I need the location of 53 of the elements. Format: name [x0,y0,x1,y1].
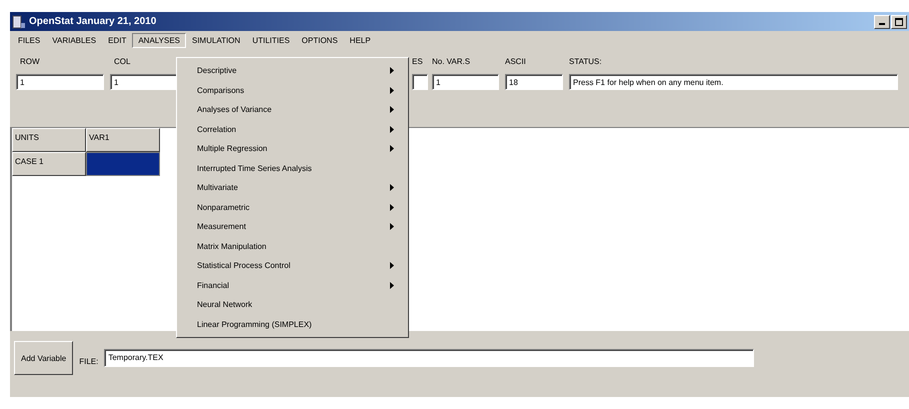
menu-item[interactable]: Comparisons [177,80,408,100]
menu-item-label: Multiple Regression [197,144,268,154]
add-variable-button[interactable]: Add Variable [14,341,74,375]
menu-item[interactable]: Multivariate [177,178,408,198]
menu-item[interactable]: OPTIONS [296,32,344,48]
menu-item[interactable]: Measurement [177,217,408,236]
menu-item-label: Correlation [197,124,236,134]
field-label: ASCII [505,57,527,66]
file-field[interactable]: Temporary.TEX [104,349,754,367]
menu-item[interactable]: Analyses of Variance [177,100,408,120]
row-header: CASE 1 [12,152,86,176]
field-label: COL [114,57,132,66]
menu-item-label: Multivariate [197,183,238,192]
file-label: FILE: [79,356,98,366]
menu-item[interactable]: Interrupted Time Series Analysis [177,158,408,178]
menu-item-label: Interrupted Time Series Analysis [197,164,312,173]
menu-item[interactable]: VARIABLES [46,32,102,48]
menu-item-label: Descriptive [197,66,237,76]
menu-item[interactable]: SIMULATION [186,32,246,48]
field-label: No. VAR.S [432,57,472,66]
input-field[interactable]: 18 [505,74,563,90]
input-field[interactable]: Press F1 for help when on any menu item. [569,74,898,90]
menu-item[interactable]: ANALYSES [132,32,186,48]
menu-item-label: Analyses of Variance [197,105,272,114]
menu-item[interactable]: Nonparametric [177,198,408,217]
menu-item[interactable]: HELP [344,32,377,48]
field-label: STATUS: [569,57,603,66]
menu-item[interactable]: FILES [12,32,46,48]
menu-item[interactable]: Financial [177,276,408,295]
field-label: ES [412,57,424,66]
input-field[interactable]: 1 [16,74,104,90]
menu-item-label: Comparisons [197,86,244,95]
menu-item-label: Matrix Manipulation [197,242,266,251]
menu-item-label: Statistical Process Control [197,261,290,270]
menu-item[interactable]: Descriptive [177,61,408,80]
menu-item-label: Measurement [197,222,246,232]
window-title: OpenStat January 21, 2010 [29,16,158,27]
menu-item-label: Linear Programming (SIMPLEX) [197,320,312,329]
column-header: UNITS [12,128,86,152]
menu-item[interactable]: Matrix Manipulation [177,236,408,256]
menu-item[interactable]: Multiple Regression [177,139,408,158]
menu-item[interactable]: UTILITIES [246,32,296,48]
menu-item-label: Neural Network [197,300,252,310]
input-field[interactable]: 1 [432,74,499,90]
menu-item[interactable]: EDIT [102,32,132,48]
field-label: ROW [20,57,41,66]
menu-item[interactable]: Neural Network [177,295,408,314]
column-header: VAR1 [86,128,160,152]
menu-item-label: Financial [197,280,230,290]
menu-item-label: Nonparametric [197,202,250,212]
menu-item[interactable]: Linear Programming (SIMPLEX) [177,314,408,334]
menu-item[interactable]: Statistical Process Control [177,256,408,276]
menu-item[interactable]: Correlation [177,120,408,139]
